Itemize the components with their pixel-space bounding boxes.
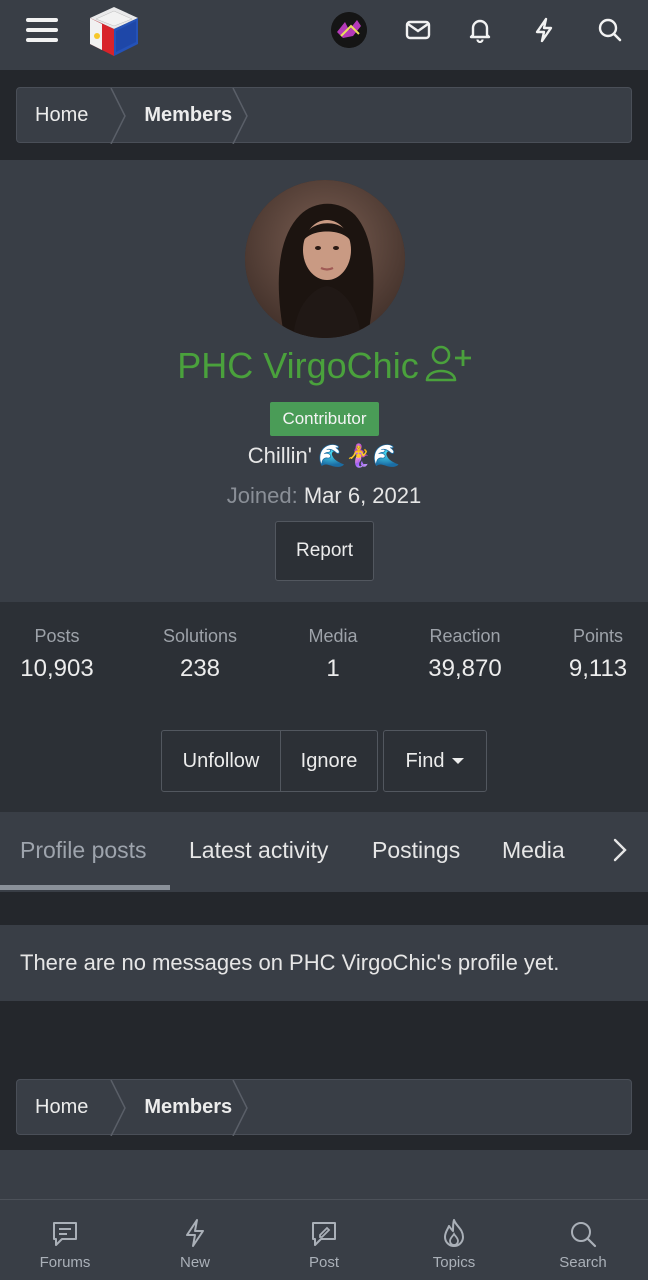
- breadcrumb-separator-icon: [110, 1080, 126, 1136]
- tab-postings[interactable]: Postings: [372, 812, 460, 888]
- breadcrumb-separator-icon: [232, 1080, 248, 1136]
- breadcrumb-home-label: Home: [35, 1095, 89, 1118]
- user-title-badge: Contributor: [270, 402, 379, 436]
- nav-topics[interactable]: Topics: [389, 1200, 519, 1280]
- breadcrumb-separator-icon: [110, 88, 126, 144]
- fire-icon: [389, 1200, 519, 1248]
- nav-label: Forums: [39, 1254, 91, 1271]
- nav-label: Search: [559, 1254, 607, 1271]
- username-text: PHC VirgoChic: [177, 345, 419, 386]
- unfollow-button[interactable]: Unfollow: [161, 730, 281, 792]
- lightning-icon[interactable]: [524, 12, 564, 48]
- lightning-icon: [130, 1200, 260, 1248]
- stat-solutions[interactable]: Solutions 238: [156, 626, 244, 683]
- caret-down-icon: [452, 758, 465, 764]
- joined-label: Joined:: [226, 483, 298, 508]
- profile-tabs: Profile posts Latest activity Postings M…: [0, 812, 648, 892]
- breadcrumb-bottom: Home Members: [16, 1079, 632, 1136]
- breadcrumb-home[interactable]: Home: [17, 1080, 116, 1134]
- user-avatar[interactable]: [331, 12, 367, 48]
- chevron-right-icon: [613, 838, 627, 862]
- site-logo[interactable]: [86, 4, 142, 58]
- find-label: Find: [405, 749, 445, 772]
- hamburger-icon[interactable]: [24, 14, 60, 46]
- empty-profile-posts-message: There are no messages on PHC VirgoChic's…: [0, 925, 648, 1001]
- active-tab-indicator: [0, 885, 170, 890]
- footer-panel: [0, 1150, 648, 1200]
- nav-search[interactable]: Search: [518, 1200, 648, 1280]
- stat-label: Points: [572, 626, 624, 646]
- stat-value: 9,113: [568, 655, 628, 682]
- breadcrumb-home[interactable]: Home: [17, 88, 116, 142]
- stat-value: 1: [326, 655, 340, 682]
- find-dropdown-button[interactable]: Find: [383, 730, 487, 792]
- stat-value: 39,870: [428, 655, 502, 682]
- follow-user-icon[interactable]: [425, 344, 471, 391]
- profile-avatar[interactable]: [245, 180, 405, 338]
- nav-label: Post: [308, 1254, 339, 1271]
- mail-icon[interactable]: [398, 12, 438, 48]
- joined-info: Joined: Mar 6, 2021: [0, 483, 648, 509]
- breadcrumb-members-label: Members: [144, 1095, 233, 1118]
- forums-icon: [0, 1200, 130, 1248]
- stat-value: 238: [179, 655, 221, 682]
- report-button[interactable]: Report: [275, 521, 374, 581]
- tab-latest-activity[interactable]: Latest activity: [189, 812, 328, 888]
- nav-post[interactable]: Post: [259, 1200, 389, 1280]
- stat-label: Reaction: [429, 626, 501, 646]
- tab-profile-posts[interactable]: Profile posts: [20, 812, 147, 888]
- bell-icon[interactable]: [460, 12, 500, 48]
- post-icon: [259, 1200, 389, 1248]
- top-header: [0, 0, 648, 70]
- member-stats: Posts 10,903 Solutions 238 Media 1 React…: [0, 602, 648, 812]
- profile-username: PHC VirgoChic: [0, 344, 648, 391]
- stat-posts[interactable]: Posts 10,903: [20, 626, 94, 683]
- breadcrumb-members-label: Members: [144, 103, 233, 126]
- joined-date: Mar 6, 2021: [303, 483, 422, 508]
- stat-reaction[interactable]: Reaction 39,870: [420, 626, 510, 683]
- member-actions: Unfollow Ignore Find: [161, 730, 487, 792]
- breadcrumb-separator-icon: [232, 88, 248, 144]
- nav-new[interactable]: New: [130, 1200, 260, 1280]
- breadcrumb-home-label: Home: [35, 103, 89, 126]
- ignore-button[interactable]: Ignore: [281, 730, 378, 792]
- tab-media[interactable]: Media: [502, 812, 565, 888]
- nav-label: Topics: [432, 1254, 476, 1271]
- nav-label: New: [179, 1254, 210, 1271]
- stat-value: 10,903: [20, 655, 94, 682]
- breadcrumb: Home Members: [16, 87, 632, 144]
- stat-media[interactable]: Media 1: [300, 626, 366, 683]
- bottom-navigation: Forums New Post Topics Search: [0, 1199, 648, 1280]
- nav-forums[interactable]: Forums: [0, 1200, 130, 1280]
- custom-status: Chillin' 🌊🧜‍♀️🌊: [247, 443, 401, 468]
- profile-header: PHC VirgoChic Contributor Chillin' 🌊🧜‍♀️…: [0, 160, 648, 602]
- stat-points[interactable]: Points 9,113: [564, 626, 632, 683]
- stat-label: Posts: [34, 626, 80, 646]
- tabs-scroll-right-button[interactable]: [592, 812, 648, 888]
- stat-label: Solutions: [162, 626, 238, 646]
- search-icon: [518, 1200, 648, 1248]
- search-icon[interactable]: [590, 12, 630, 48]
- stat-label: Media: [308, 626, 358, 646]
